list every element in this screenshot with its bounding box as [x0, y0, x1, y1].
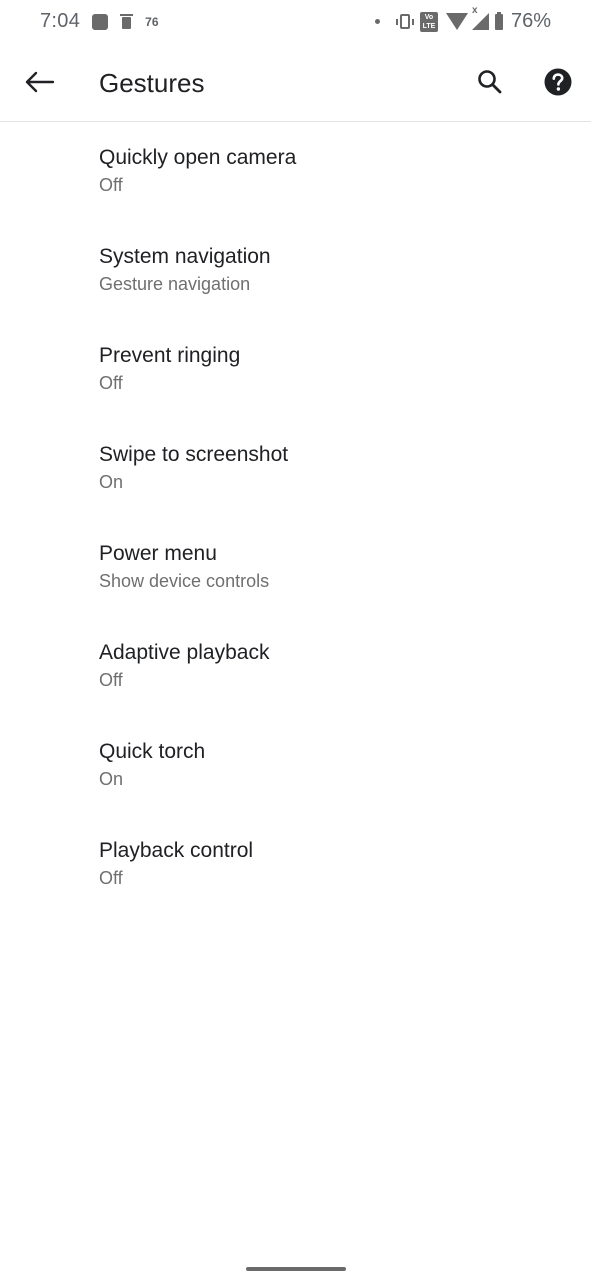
search-button[interactable]	[470, 62, 510, 102]
setting-title: Quick torch	[99, 740, 206, 763]
back-button[interactable]	[20, 62, 60, 102]
clock: 7:04	[40, 10, 81, 32]
setting-title: Adaptive playback	[99, 641, 270, 664]
photo-icon	[92, 13, 109, 30]
setting-summary: Off	[99, 373, 123, 393]
page-title: Gestures	[99, 68, 205, 98]
setting-adaptive-playback[interactable]: Adaptive playback Off	[0, 629, 591, 728]
app-bar: Gestures	[0, 44, 591, 122]
gesture-nav-handle[interactable]	[246, 1267, 346, 1271]
setting-summary: On	[99, 472, 124, 492]
setting-power-menu[interactable]: Power menu Show device controls	[0, 530, 591, 629]
wifi-icon	[445, 13, 468, 30]
gestures-list: Quickly open camera Off System navigatio…	[0, 134, 591, 926]
setting-title: Power menu	[99, 542, 217, 565]
setting-title: System navigation	[99, 245, 271, 268]
search-icon	[478, 70, 502, 94]
signal-badge: x	[471, 5, 478, 16]
signal-icon: x	[471, 5, 489, 30]
volte-vo: Vo	[424, 13, 434, 21]
setting-quickly-open-camera[interactable]: Quickly open camera Off	[0, 134, 591, 233]
setting-quick-torch[interactable]: Quick torch On	[0, 728, 591, 827]
setting-summary: Off	[99, 868, 123, 888]
setting-title: Playback control	[99, 839, 254, 862]
status-bar-right: Vo LTE x 76%	[374, 5, 551, 33]
setting-title: Quickly open camera	[99, 146, 297, 169]
trash-icon	[120, 13, 134, 29]
status-bar: 7:04 76 Vo LTE x 76%	[0, 0, 591, 44]
setting-title: Prevent ringing	[99, 344, 241, 367]
setting-summary: Off	[99, 175, 123, 195]
help-button[interactable]	[538, 62, 578, 102]
volte-lte: LTE	[422, 22, 436, 30]
volte-icon: Vo LTE	[419, 11, 438, 32]
back-arrow-icon	[25, 71, 55, 93]
setting-summary: Off	[99, 670, 123, 690]
vibrate-icon	[395, 14, 414, 29]
battery-percent: 76%	[510, 10, 551, 32]
setting-swipe-to-screenshot[interactable]: Swipe to screenshot On	[0, 431, 591, 530]
battery-icon	[494, 11, 503, 30]
help-icon	[544, 68, 572, 96]
setting-summary: Show device controls	[99, 571, 270, 591]
notification-count: 76	[145, 14, 159, 29]
setting-system-navigation[interactable]: System navigation Gesture navigation	[0, 233, 591, 332]
setting-summary: Gesture navigation	[99, 274, 251, 294]
dot-icon	[374, 19, 380, 24]
setting-title: Swipe to screenshot	[99, 443, 289, 466]
setting-summary: On	[99, 769, 124, 789]
setting-prevent-ringing[interactable]: Prevent ringing Off	[0, 332, 591, 431]
status-bar-left: 7:04 76	[40, 10, 159, 33]
setting-playback-control[interactable]: Playback control Off	[0, 827, 591, 926]
